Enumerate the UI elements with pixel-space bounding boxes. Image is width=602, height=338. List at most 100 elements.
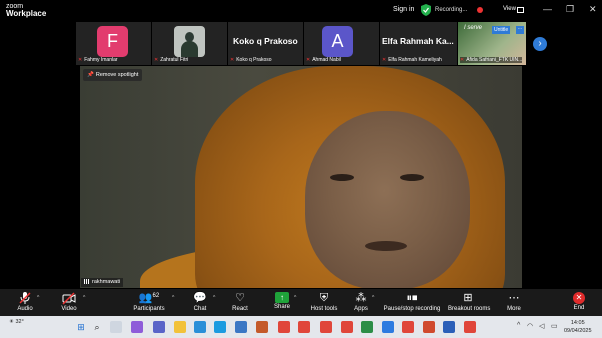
participant-tile[interactable]: ✕ Zahratul Fitri	[152, 22, 227, 65]
remove-spotlight-label: Remove spotlight	[95, 72, 139, 78]
chrome-profile-icon[interactable]	[402, 321, 414, 333]
file-explorer-icon[interactable]	[174, 321, 186, 333]
zoom-logo: zoom Workplace	[6, 3, 46, 18]
share-button[interactable]: ↑ Share	[272, 291, 292, 310]
untitled-badge[interactable]: Untitle	[492, 26, 511, 34]
participant-name: ✕ Fahmy Imanlar	[78, 57, 118, 63]
participant-name-text: Elfa Rahmah Kameliyah	[388, 57, 442, 63]
participants-caret-icon[interactable]: ^	[172, 295, 174, 301]
chrome-profile-icon[interactable]	[341, 321, 353, 333]
clock-time: 14:05	[570, 320, 585, 326]
end-button[interactable]: ✕ End	[571, 291, 587, 311]
audio-caret-icon[interactable]: ^	[37, 295, 39, 301]
video-button[interactable]: Video	[58, 291, 80, 312]
view-button[interactable]: View	[503, 6, 516, 12]
main-video[interactable]	[80, 66, 522, 288]
copilot-icon[interactable]	[131, 321, 143, 333]
next-page-chevron-icon[interactable]: ›	[533, 37, 547, 51]
participant-tile[interactable]: A ✕ Ahmad Nabil	[304, 22, 379, 65]
chat-button[interactable]: 💬 Chat	[190, 291, 210, 312]
breakout-rooms-button[interactable]: ⊞ Breakout rooms	[448, 291, 490, 312]
participant-name: ✕ Ahmad Nabil	[306, 57, 341, 63]
recording-status[interactable]: Recording...	[435, 7, 467, 13]
powerpoint-icon[interactable]	[423, 321, 435, 333]
apps-icon: ⁂	[355, 292, 367, 304]
video-caret-icon[interactable]: ^	[83, 295, 85, 301]
chrome-icon[interactable]	[278, 321, 290, 333]
weather-temperature: 32°	[15, 319, 24, 325]
participant-strip: F ✕ Fahmy Imanlar ✕ Zahratul Fitri Koko q …	[76, 22, 526, 65]
chat-caret-icon[interactable]: ^	[213, 295, 215, 301]
participants-button[interactable]: 👥62 Participants	[130, 291, 168, 312]
person-body-shape	[181, 41, 198, 57]
react-label: React	[232, 306, 248, 312]
chrome-profile-icon[interactable]	[298, 321, 310, 333]
speaker-mouth	[365, 241, 407, 251]
more-button[interactable]: ⋯ More	[504, 291, 524, 312]
task-view-icon[interactable]	[110, 321, 122, 333]
maximize-button[interactable]: ❐	[566, 4, 574, 15]
store-icon[interactable]	[194, 321, 206, 333]
wifi-icon[interactable]: ◠	[527, 322, 533, 330]
apps-label: Apps	[354, 306, 368, 312]
app-icon[interactable]	[256, 321, 268, 333]
avatar: A	[322, 26, 353, 57]
remove-spotlight-button[interactable]: 📌 Remove spotlight	[83, 69, 143, 81]
participants-count: 62	[152, 293, 160, 299]
scene-caption: I serve	[464, 25, 483, 31]
apps-button[interactable]: ⁂ Apps	[352, 291, 370, 312]
audio-button[interactable]: Audio	[14, 291, 36, 312]
close-button[interactable]: ✕	[589, 4, 597, 15]
participant-display-name: Koko q Prakoso	[233, 36, 298, 46]
apps-caret-icon[interactable]: ^	[372, 295, 374, 301]
signal-bars-icon	[84, 279, 90, 285]
view-grid-icon[interactable]	[517, 7, 524, 13]
chrome-profile-icon[interactable]	[320, 321, 332, 333]
participants-icon: 👥62	[138, 292, 160, 304]
word-icon[interactable]	[443, 321, 455, 333]
end-label: End	[573, 305, 585, 311]
host-tools-button[interactable]: ⛨ Host tools	[308, 291, 340, 312]
minimize-button[interactable]: —	[543, 4, 552, 14]
teams-icon[interactable]	[153, 321, 165, 333]
participant-tile[interactable]: I serve Untitle ··· ✕ Afida Safriani_FTK …	[458, 22, 526, 65]
video-label: Video	[61, 306, 77, 312]
participant-tile[interactable]: F ✕ Fahmy Imanlar	[76, 22, 151, 65]
speaker-icon[interactable]: ◁	[539, 322, 544, 330]
sign-in-link[interactable]: Sign in	[393, 6, 414, 13]
participants-label: Participants	[133, 306, 165, 312]
participant-name: ✕ Afida Safriani_FTK UIN...	[460, 57, 523, 63]
video-off-icon	[62, 292, 76, 305]
share-caret-icon[interactable]: ^	[294, 295, 296, 301]
record-control-button[interactable]: ⏸⏹ Pause/stop recording	[383, 291, 441, 312]
mail-icon[interactable]	[235, 321, 247, 333]
share-label: Share	[273, 304, 290, 310]
share-arrow-icon: ↑	[275, 292, 289, 303]
chat-icon: 💬	[193, 292, 207, 304]
chrome-profile-icon[interactable]	[464, 321, 476, 333]
battery-icon[interactable]: ▭	[551, 322, 558, 330]
search-icon[interactable]: ⌕	[91, 321, 103, 333]
muted-mic-icon: ✕	[460, 57, 465, 63]
edge-icon[interactable]	[214, 321, 226, 333]
weather-widget[interactable]: ☀ 32°	[9, 319, 24, 325]
react-button[interactable]: ♡ React	[229, 291, 251, 312]
react-heart-icon: ♡	[235, 292, 245, 304]
excel-icon[interactable]	[361, 321, 373, 333]
participant-tile[interactable]: Koko q Prakoso ✕ Koko q Prakoso	[228, 22, 303, 65]
start-icon[interactable]: ⊞	[75, 321, 87, 333]
system-clock[interactable]: 14:05 09/04/2025	[564, 319, 592, 335]
tile-more-icon[interactable]: ···	[516, 26, 524, 34]
speaker-name-tag: rakhmawati	[81, 278, 124, 287]
security-shield-icon[interactable]	[421, 4, 431, 16]
tray-chevron-icon[interactable]: ^	[517, 322, 520, 329]
participant-tile[interactable]: Elfa Rahmah Ka... ✕ Elfa Rahmah Kameliyah	[380, 22, 457, 65]
zoom-icon[interactable]	[382, 321, 394, 333]
record-label: Pause/stop recording	[383, 306, 441, 312]
breakout-grid-icon: ⊞	[463, 292, 473, 304]
muted-mic-icon: ✕	[230, 57, 235, 63]
speaker-name: rakhmawati	[92, 279, 121, 285]
speaker-left-eye	[330, 174, 354, 181]
more-label: More	[507, 306, 521, 312]
chat-label: Chat	[193, 306, 207, 312]
